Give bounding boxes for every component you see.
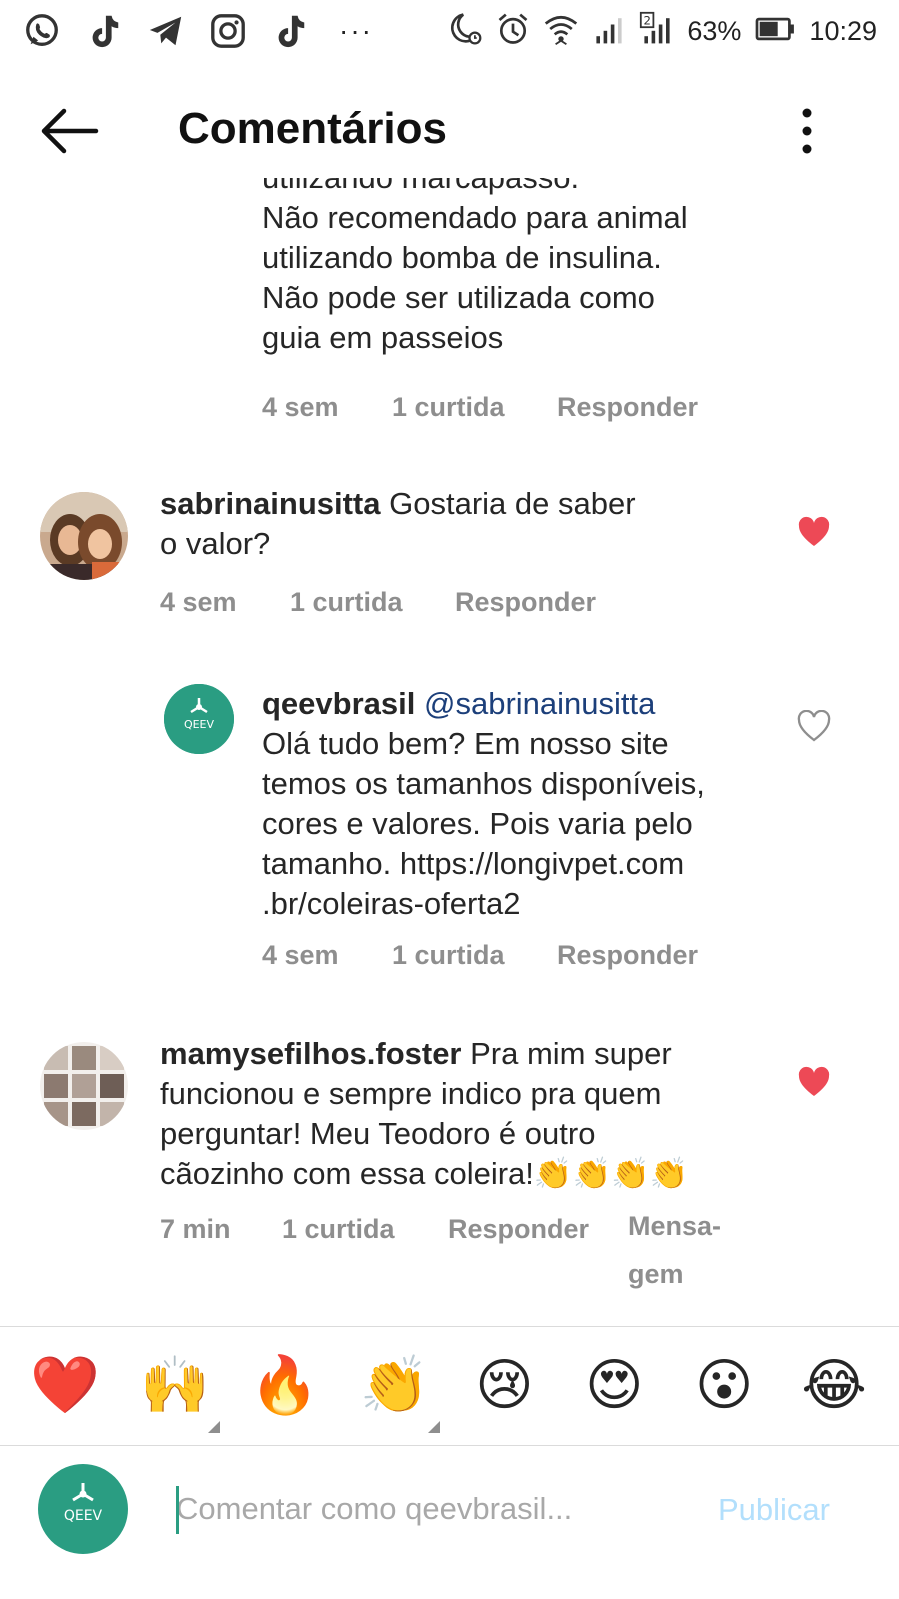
reply-button[interactable]: Responder (557, 392, 698, 423)
emoji-surprised[interactable]: 😮 (689, 1351, 759, 1421)
comment-username[interactable]: qeevbrasil (262, 686, 415, 721)
comment-line: perguntar! Meu Teodoro é outro (160, 1116, 596, 1151)
comment-line: tamanho. https://longivpet.com (262, 846, 685, 881)
comment-line: Não recomendado para animal (262, 200, 688, 235)
emoji-clap[interactable]: 👏 (359, 1351, 440, 1433)
reply-button[interactable]: Responder (448, 1214, 628, 1298)
comment-time: 4 sem (262, 392, 339, 422)
comment-likes[interactable]: 1 curtida (392, 392, 557, 423)
heart-outline-icon[interactable] (797, 710, 831, 744)
skin-tone-indicator-icon (207, 1421, 220, 1433)
svg-text:QEEV: QEEV (184, 718, 215, 731)
comment-input[interactable] (176, 1484, 676, 1534)
comment-time: 4 sem (160, 587, 237, 617)
page-title: Comentários (178, 104, 447, 153)
comment-line: utilizando marcapasso. (262, 178, 822, 198)
battery-percent: 63% (687, 15, 742, 46)
own-avatar: QEEV (38, 1464, 128, 1554)
comment-meta: 4 sem 1 curtida Responder (262, 392, 698, 423)
tiktok-icon (270, 11, 310, 51)
vertical-dots-icon (802, 108, 812, 154)
comment-line: Não pode ser utilizada como (262, 280, 655, 315)
message-label: gem (628, 1259, 684, 1289)
comment-username[interactable]: sabrinainusitta (160, 486, 381, 521)
comment-line: funcionou e sempre indico pra quem (160, 1076, 662, 1111)
comment-text: sabrinainusitta Gostaria de saber o valo… (160, 484, 720, 564)
comment-text: mamysefilhos.foster Pra mim super funcio… (160, 1034, 760, 1194)
clock: 10:29 (809, 15, 877, 46)
avatar[interactable] (40, 1042, 128, 1130)
comment-time: 4 sem (262, 940, 339, 970)
text-cursor (176, 1486, 179, 1534)
signal-sim2-icon: 2 (639, 11, 675, 52)
emoji-fire[interactable]: 🔥 (250, 1351, 320, 1421)
do-not-disturb-icon (447, 11, 483, 52)
svg-text:QEEV: QEEV (64, 1508, 103, 1524)
svg-text:2: 2 (644, 13, 651, 27)
emoji-crying[interactable]: 😢 (469, 1351, 539, 1421)
comment-meta: 7 min 1 curtida Responder Mensa- gem (160, 1211, 721, 1298)
comment-line: qeevbrasil @sabrinainusitta (262, 684, 802, 724)
emoji-glyph: 🙌 (139, 1353, 210, 1418)
comment-line: Olá tudo bem? Em nosso site (262, 726, 669, 761)
comment-text: utilizando marcapasso. Não recomendado p… (262, 178, 822, 358)
comment-meta: 4 sem 1 curtida Responder (262, 940, 698, 971)
back-button[interactable] (38, 104, 100, 158)
emoji-heart-eyes[interactable]: 😍 (579, 1351, 649, 1421)
comment-fragment: Gostaria de saber (380, 486, 636, 521)
comment-line: mamysefilhos.foster Pra mim super (160, 1034, 760, 1074)
emoji-raised-hands[interactable]: 🙌 (139, 1351, 220, 1433)
reply-button[interactable]: Responder (455, 587, 596, 618)
comment-time: 7 min (160, 1214, 231, 1244)
comment-text: qeevbrasil @sabrinainusitta Olá tudo bem… (262, 684, 802, 924)
emoji-heart[interactable]: ❤️ (30, 1351, 100, 1421)
comment-line: cãozinho com essa coleira!👏👏👏👏 (160, 1156, 689, 1191)
mention-link[interactable]: @sabrinainusitta (424, 686, 655, 721)
emoji-quick-bar: ❤️ 🙌 🔥 👏 😢 😍 😮 😂 (0, 1326, 899, 1446)
comment-username[interactable]: mamysefilhos.foster (160, 1036, 462, 1071)
comment-meta: 4 sem 1 curtida Responder (160, 587, 596, 618)
whatsapp-icon (22, 11, 62, 51)
instagram-icon (208, 11, 248, 51)
comment-fragment: Pra mim super (461, 1036, 672, 1071)
emoji-laughing[interactable]: 😂 (799, 1351, 869, 1421)
tiktok-icon (84, 11, 124, 51)
avatar[interactable] (40, 492, 128, 580)
reply-button[interactable]: Responder (557, 940, 698, 971)
alarm-icon (495, 11, 531, 52)
more-options-button[interactable] (792, 106, 822, 156)
skin-tone-indicator-icon (427, 1421, 440, 1433)
comment-line: sabrinainusitta Gostaria de saber (160, 484, 720, 524)
publish-button[interactable]: Publicar (718, 1492, 830, 1528)
battery-icon (753, 11, 797, 52)
comment-likes[interactable]: 1 curtida (282, 1214, 448, 1298)
telegram-icon (146, 11, 186, 51)
emoji-glyph: 👏 (359, 1353, 430, 1418)
comment-line: guia em passeios (262, 320, 504, 355)
message-label: Mensa- (628, 1211, 722, 1241)
comment-composer: QEEV Publicar (0, 1446, 899, 1599)
comment-line: .br/coleiras-oferta2 (262, 886, 521, 921)
liked-heart-icon[interactable] (797, 516, 831, 550)
comment-line: cores e valores. Pois varia pelo (262, 806, 693, 841)
message-button[interactable]: Mensa- gem (628, 1202, 721, 1298)
wifi-icon (543, 11, 579, 52)
comment-line: utilizando bomba de insulina. (262, 240, 662, 275)
avatar[interactable]: QEEV (164, 684, 234, 754)
comment-line: temos os tamanhos disponíveis, (262, 766, 705, 801)
comment-likes[interactable]: 1 curtida (392, 940, 557, 971)
top-app-bar: Comentários (0, 82, 899, 178)
comment-line: o valor? (160, 526, 271, 561)
arrow-left-icon (41, 108, 99, 154)
comments-list[interactable]: utilizando marcapasso. Não recomendado p… (0, 178, 899, 1326)
more-notifications-icon: ··· (339, 15, 373, 46)
signal-sim1-icon (591, 11, 627, 52)
status-bar: ··· 2 63% 10:29 (0, 0, 899, 62)
liked-heart-icon[interactable] (797, 1066, 831, 1100)
comment-likes[interactable]: 1 curtida (290, 587, 455, 618)
